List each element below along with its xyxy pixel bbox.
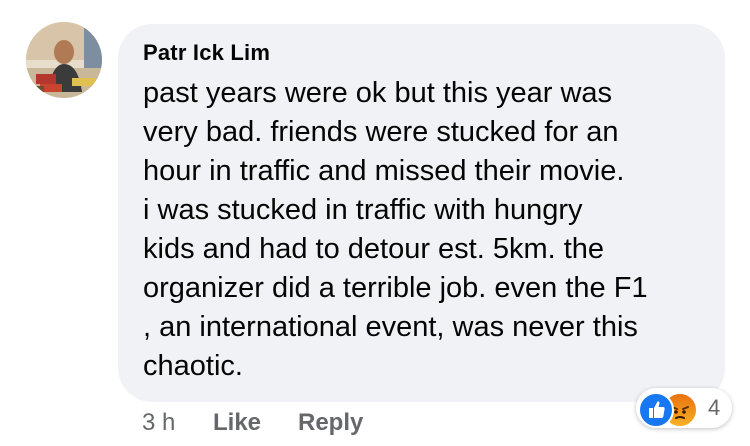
comment-text-line: i was stucked in traffic with hungry — [143, 194, 583, 226]
avatar-photo — [26, 22, 102, 98]
comment-text-line: very bad. friends were stucked for an — [143, 116, 619, 148]
like-icon — [638, 392, 674, 428]
comment-text-line: organizer did a terrible job. even the F… — [143, 272, 648, 304]
comment-text-line: kids and had to detour est. 5km. the — [143, 233, 605, 265]
avatar[interactable] — [26, 22, 102, 98]
reply-button[interactable]: Reply — [298, 406, 363, 440]
comment-text: past years were ok but this year was ver… — [143, 74, 703, 386]
comment-author-name[interactable]: Patr Ick Lim — [143, 40, 270, 66]
comment-bubble: Patr Ick Lim past years were ok but this… — [118, 24, 725, 402]
comment-text-line: hour in traffic and missed their movie. — [143, 155, 625, 187]
like-button[interactable]: Like — [213, 406, 261, 440]
comment-timestamp[interactable]: 3 h — [142, 406, 175, 440]
comment-text-line: chaotic. — [143, 350, 243, 382]
comment-text-line: past years were ok but this year was — [143, 77, 613, 109]
comment-text-line: , an international event, was never this — [143, 311, 638, 343]
